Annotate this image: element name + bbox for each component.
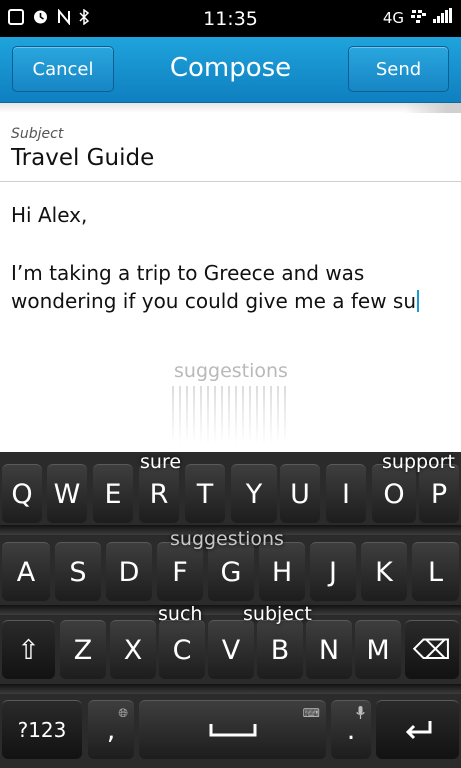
- key-j[interactable]: J: [310, 542, 356, 601]
- space-icon: [209, 724, 256, 737]
- key-e[interactable]: E: [93, 464, 133, 523]
- key-q[interactable]: Q: [2, 464, 42, 523]
- message-line: wondering if you could give me a few su: [11, 289, 417, 313]
- message-line: I’m taking a trip to Greece and was: [11, 261, 365, 285]
- text-cursor: [417, 290, 420, 312]
- key-u[interactable]: U: [280, 464, 320, 523]
- period-label: .: [346, 714, 356, 746]
- title-bar-shadow: [0, 103, 461, 113]
- bbm-icon: [411, 9, 426, 27]
- key-f[interactable]: F: [157, 542, 203, 601]
- key-g[interactable]: G: [208, 542, 254, 601]
- title-bar: Cancel Compose Send: [0, 37, 461, 103]
- globe-icon: 🌐︎: [118, 706, 128, 720]
- key-d[interactable]: D: [106, 542, 152, 601]
- row-separator: [0, 605, 461, 615]
- period-key[interactable]: .: [331, 700, 371, 759]
- status-bar: 11:35 4G: [0, 0, 461, 37]
- message-line-current: wondering if you could give me a few su: [11, 289, 420, 313]
- keyboard-settings-icon: ⌨︎: [302, 706, 320, 720]
- key-v[interactable]: V: [208, 620, 254, 679]
- key-h[interactable]: H: [259, 542, 305, 601]
- key-b[interactable]: B: [257, 620, 303, 679]
- subject-field[interactable]: Travel Guide: [11, 145, 154, 171]
- message-line: Hi Alex,: [11, 203, 88, 227]
- backspace-key[interactable]: ⌫: [405, 620, 459, 679]
- keyboard-suggestion[interactable]: sure: [140, 451, 181, 473]
- comma-label: ,: [106, 714, 116, 746]
- network-type: 4G: [382, 8, 404, 27]
- key-w[interactable]: W: [47, 464, 87, 523]
- keyboard-suggestion[interactable]: support: [382, 451, 455, 473]
- shift-icon: ⇧: [17, 634, 40, 666]
- keyboard-suggestion[interactable]: such: [158, 603, 202, 625]
- status-right-icons: 4G: [383, 8, 453, 27]
- key-m[interactable]: M: [355, 620, 401, 679]
- enter-icon: [405, 721, 431, 740]
- key-l[interactable]: L: [412, 542, 459, 601]
- backspace-icon: ⌫: [412, 634, 452, 666]
- comma-key[interactable]: , 🌐︎: [88, 700, 134, 759]
- key-a[interactable]: A: [2, 542, 50, 601]
- key-s[interactable]: S: [55, 542, 101, 601]
- key-i[interactable]: I: [326, 464, 366, 523]
- key-z[interactable]: Z: [60, 620, 106, 679]
- signal-icon: [433, 8, 453, 27]
- key-k[interactable]: K: [361, 542, 407, 601]
- keyboard-suggestion[interactable]: suggestions: [170, 528, 284, 550]
- key-x[interactable]: X: [110, 620, 156, 679]
- key-n[interactable]: N: [306, 620, 352, 679]
- keyboard-suggestion[interactable]: subject: [243, 603, 312, 625]
- row-separator: [0, 684, 461, 694]
- subject-label: Subject: [11, 126, 64, 142]
- suggestion-flick-indicator: [172, 386, 290, 444]
- enter-key[interactable]: [376, 700, 459, 759]
- microphone-icon: [356, 706, 365, 723]
- symbols-key[interactable]: ?123: [2, 700, 82, 759]
- shift-key[interactable]: ⇧: [2, 620, 55, 679]
- key-c[interactable]: C: [159, 620, 205, 679]
- keyboard: Q W E R T Y U I O P sure support A S D F…: [0, 451, 461, 768]
- floating-suggestion[interactable]: suggestions: [172, 360, 290, 382]
- key-t[interactable]: T: [185, 464, 225, 523]
- space-key[interactable]: ⌨︎: [139, 700, 326, 759]
- divider: [0, 181, 461, 182]
- send-button[interactable]: Send: [348, 46, 449, 92]
- key-y[interactable]: Y: [231, 464, 277, 523]
